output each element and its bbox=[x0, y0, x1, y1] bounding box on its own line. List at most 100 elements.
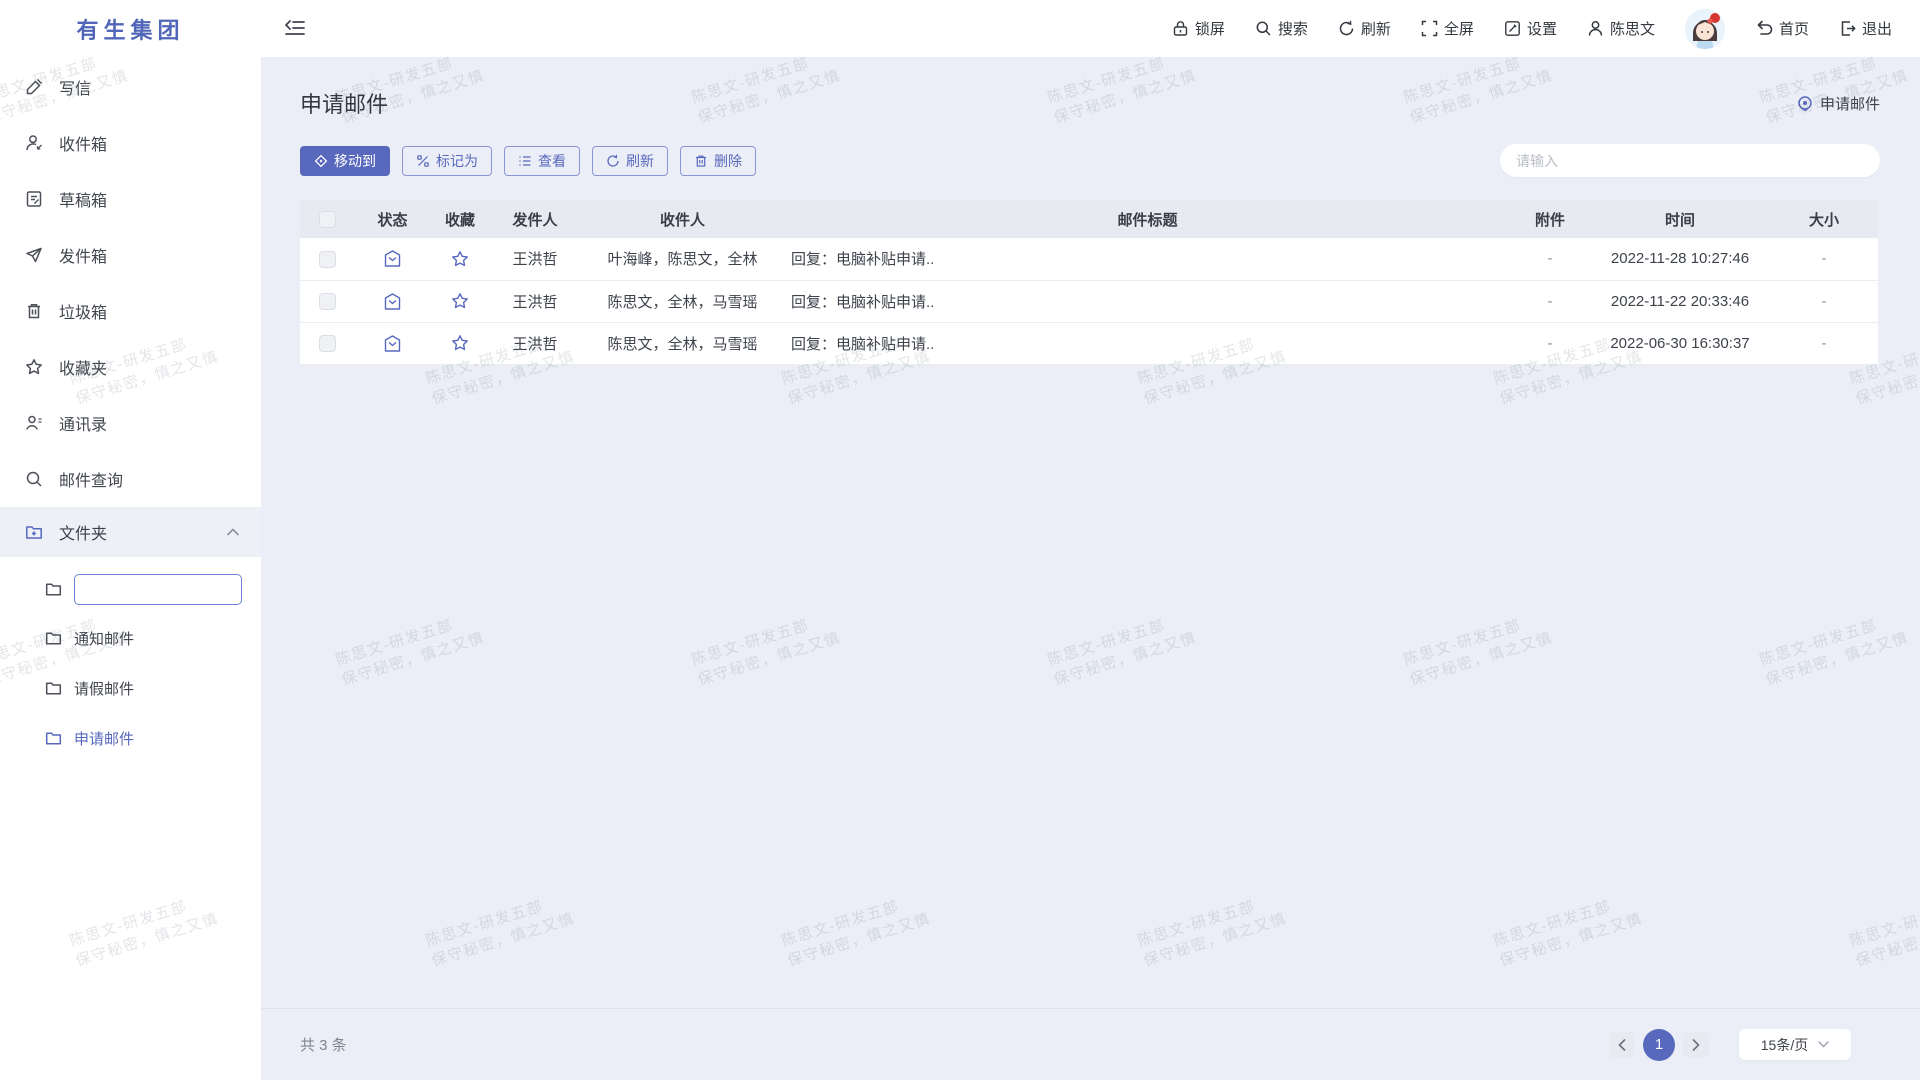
trash-icon bbox=[694, 154, 708, 168]
global-search-button[interactable]: 搜索 bbox=[1255, 18, 1308, 39]
breadcrumb: 申请邮件 bbox=[1797, 93, 1880, 114]
new-folder-name-input[interactable] bbox=[74, 574, 242, 605]
draft-doc-icon bbox=[25, 190, 43, 208]
mail-row[interactable]: 王洪哲 陈思文，全林，马雪瑶 回复：电脑补贴申请.. - 2022-06-30 … bbox=[300, 322, 1878, 364]
select-all-checkbox[interactable] bbox=[319, 211, 336, 228]
chevron-down-icon bbox=[1818, 1041, 1829, 1048]
main-content: 申请邮件 申请邮件 移动到 标记为 查看 刷新 bbox=[261, 57, 1920, 1080]
col-sender: 发件人 bbox=[490, 200, 580, 238]
size-cell: - bbox=[1770, 280, 1878, 322]
sidebar-item-label: 草稿箱 bbox=[59, 187, 107, 211]
view-label: 查看 bbox=[538, 151, 566, 171]
folder-plus-icon bbox=[25, 523, 43, 541]
home-back-icon bbox=[1755, 20, 1773, 37]
folder-item-leave-mail[interactable]: 请假邮件 bbox=[0, 663, 261, 713]
view-button[interactable]: 查看 bbox=[504, 146, 580, 176]
recipients-cell: 陈思文，全林，马雪瑶 bbox=[580, 322, 785, 364]
recipients-cell: 陈思文，全林，马雪瑶 bbox=[580, 280, 785, 322]
home-label: 首页 bbox=[1779, 18, 1809, 39]
fullscreen-button[interactable]: 全屏 bbox=[1421, 18, 1474, 39]
logout-label: 退出 bbox=[1862, 18, 1892, 39]
sidebar-item-label: 收藏夹 bbox=[59, 355, 107, 379]
col-favorite: 收藏 bbox=[430, 200, 490, 238]
new-folder-row bbox=[0, 565, 261, 613]
search-icon bbox=[1255, 20, 1272, 37]
mail-status-cell bbox=[355, 238, 430, 280]
star-icon bbox=[451, 292, 469, 310]
delete-label: 删除 bbox=[714, 151, 742, 171]
favorite-cell[interactable] bbox=[430, 280, 490, 322]
row-checkbox[interactable] bbox=[319, 293, 336, 310]
breadcrumb-label: 申请邮件 bbox=[1820, 93, 1880, 114]
sidebar-item-inbox[interactable]: 收件箱 bbox=[0, 115, 261, 171]
move-diamond-icon bbox=[314, 154, 328, 168]
pagination: 1 15条/页 bbox=[1609, 1029, 1851, 1061]
prev-page-button[interactable] bbox=[1609, 1032, 1635, 1058]
sidebar-item-sent[interactable]: 发件箱 bbox=[0, 227, 261, 283]
sidebar-item-drafts[interactable]: 草稿箱 bbox=[0, 171, 261, 227]
lock-icon bbox=[1172, 20, 1189, 37]
settings-button[interactable]: 设置 bbox=[1504, 18, 1557, 39]
sidebar-item-favorites[interactable]: 收藏夹 bbox=[0, 339, 261, 395]
list-search-input[interactable] bbox=[1516, 153, 1864, 169]
brand-logo: 有生集团 bbox=[0, 13, 261, 45]
list-search-box bbox=[1500, 144, 1880, 177]
sender-cell: 王洪哲 bbox=[490, 322, 580, 364]
page-title: 申请邮件 bbox=[300, 87, 388, 119]
sidebar-item-label: 收件箱 bbox=[59, 131, 107, 155]
logout-button[interactable]: 退出 bbox=[1839, 18, 1892, 39]
settings-label: 设置 bbox=[1527, 18, 1557, 39]
list-icon bbox=[518, 154, 532, 168]
page-refresh-label: 刷新 bbox=[1361, 18, 1391, 39]
folder-item-apply-mail[interactable]: 申请邮件 bbox=[0, 713, 261, 763]
list-footer: 共 3 条 1 15条/页 bbox=[261, 1008, 1920, 1080]
mail-status-cell bbox=[355, 280, 430, 322]
lock-screen-button[interactable]: 锁屏 bbox=[1172, 18, 1225, 39]
row-checkbox[interactable] bbox=[319, 335, 336, 352]
star-icon bbox=[451, 334, 469, 352]
sidebar-collapse-button[interactable] bbox=[285, 20, 305, 38]
move-to-label: 移动到 bbox=[334, 151, 376, 171]
sender-cell: 王洪哲 bbox=[490, 280, 580, 322]
home-button[interactable]: 首页 bbox=[1755, 18, 1809, 39]
attachment-cell: - bbox=[1510, 238, 1590, 280]
favorite-cell[interactable] bbox=[430, 322, 490, 364]
location-pin-icon bbox=[1797, 95, 1813, 111]
sidebar-item-compose[interactable]: 写信 bbox=[0, 59, 261, 115]
lock-screen-label: 锁屏 bbox=[1195, 18, 1225, 39]
sidebar-section-folders[interactable]: 文件夹 bbox=[0, 507, 261, 557]
folders-section-label: 文件夹 bbox=[59, 520, 107, 544]
trash-icon bbox=[25, 302, 43, 320]
sidebar-item-label: 发件箱 bbox=[59, 243, 107, 267]
sidebar-item-trash[interactable]: 垃圾箱 bbox=[0, 283, 261, 339]
sidebar-item-label: 通讯录 bbox=[59, 411, 107, 435]
chevron-up-icon[interactable] bbox=[227, 528, 239, 536]
row-checkbox[interactable] bbox=[319, 251, 336, 268]
current-page-button[interactable]: 1 bbox=[1643, 1029, 1675, 1061]
next-page-button[interactable] bbox=[1683, 1032, 1709, 1058]
subject-cell: 回复：电脑补贴申请.. bbox=[785, 322, 1510, 364]
user-avatar[interactable] bbox=[1685, 9, 1725, 49]
attachment-cell: - bbox=[1510, 322, 1590, 364]
user-icon bbox=[1587, 20, 1604, 37]
mail-row[interactable]: 王洪哲 叶海峰，陈思文，全林 回复：电脑补贴申请.. - 2022-11-28 … bbox=[300, 238, 1878, 280]
mail-row[interactable]: 王洪哲 陈思文，全林，马雪瑶 回复：电脑补贴申请.. - 2022-11-22 … bbox=[300, 280, 1878, 322]
page-refresh-button[interactable]: 刷新 bbox=[1338, 18, 1391, 39]
page-size-select[interactable]: 15条/页 bbox=[1739, 1029, 1851, 1060]
current-user-button[interactable]: 陈思文 bbox=[1587, 18, 1655, 39]
col-size: 大小 bbox=[1770, 200, 1878, 238]
page-size-label: 15条/页 bbox=[1761, 1035, 1808, 1055]
mark-as-button[interactable]: 标记为 bbox=[402, 146, 492, 176]
refresh-list-button[interactable]: 刷新 bbox=[592, 146, 668, 176]
favorite-cell[interactable] bbox=[430, 238, 490, 280]
menu-fold-icon bbox=[285, 20, 305, 38]
sidebar: 写信 收件箱 草稿箱 发件箱 垃圾箱 收藏夹 通讯录 邮件查询 bbox=[0, 57, 261, 1080]
folder-item-notice-mail[interactable]: 通知邮件 bbox=[0, 613, 261, 663]
mark-as-label: 标记为 bbox=[436, 151, 478, 171]
sidebar-item-contacts[interactable]: 通讯录 bbox=[0, 395, 261, 451]
delete-button[interactable]: 删除 bbox=[680, 146, 756, 176]
move-to-button[interactable]: 移动到 bbox=[300, 146, 390, 176]
paper-plane-icon bbox=[25, 246, 43, 264]
sidebar-item-mail-search[interactable]: 邮件查询 bbox=[0, 451, 261, 507]
sidebar-item-label: 写信 bbox=[59, 75, 91, 99]
